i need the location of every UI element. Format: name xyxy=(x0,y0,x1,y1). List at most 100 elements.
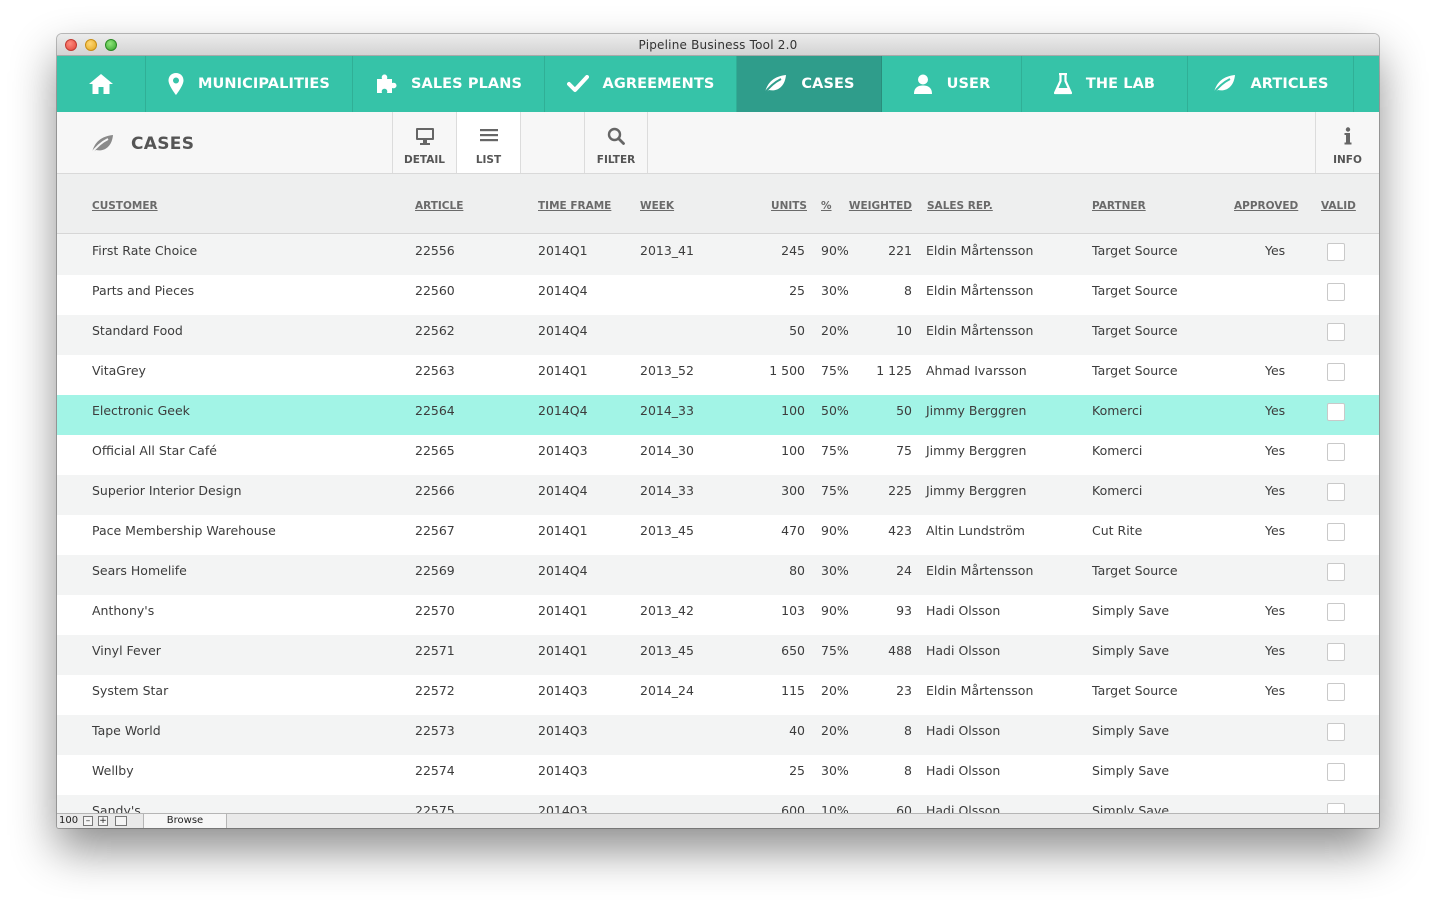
cell-weighted: 8 xyxy=(904,283,912,298)
cell-time-frame: 2014Q1 xyxy=(538,523,588,538)
valid-checkbox[interactable] xyxy=(1327,643,1345,661)
valid-checkbox[interactable] xyxy=(1327,403,1345,421)
table-row[interactable]: Anthony's 22570 2014Q1 2013_42 103 90% 93 Hadi … xyxy=(57,595,1379,635)
nav-home[interactable] xyxy=(57,56,146,112)
table-row[interactable]: Electronic Geek 22564 2014Q4 2014_33 100 50% 5… xyxy=(57,395,1379,435)
column-header-time-frame[interactable]: TIME FRAME xyxy=(538,200,611,212)
cell-units: 470 xyxy=(781,523,805,538)
column-header-customer[interactable]: CUSTOMER xyxy=(92,200,158,212)
cell-article: 22571 xyxy=(415,643,455,658)
nav-user[interactable]: USER xyxy=(882,56,1022,112)
table-row[interactable]: Parts and Pieces 22560 2014Q4 25 30% 8 Eldin M… xyxy=(57,275,1379,315)
home-icon xyxy=(89,74,113,94)
cell-weighted: 8 xyxy=(904,723,912,738)
cell-units: 25 xyxy=(789,763,805,778)
cell-week: 2013_42 xyxy=(640,603,694,618)
table-row[interactable]: Tape World 22573 2014Q3 40 20% 8 Hadi Olsson Si… xyxy=(57,715,1379,755)
column-header-partner[interactable]: PARTNER xyxy=(1092,200,1146,212)
mode-selector[interactable]: Browse xyxy=(143,814,227,828)
nav-sales-plans[interactable]: SALES PLANS xyxy=(353,56,545,112)
cell-partner: Simply Save xyxy=(1092,763,1170,778)
cell-weighted: 24 xyxy=(896,563,912,578)
column-header-valid[interactable]: VALID xyxy=(1321,200,1356,212)
cell-time-frame: 2014Q3 xyxy=(538,683,588,698)
valid-checkbox[interactable] xyxy=(1327,803,1345,813)
valid-checkbox[interactable] xyxy=(1327,683,1345,701)
info-button[interactable]: INFO xyxy=(1315,112,1379,173)
filter-label: FILTER xyxy=(596,154,636,166)
column-header-units[interactable]: UNITS xyxy=(757,200,807,212)
nav-cases[interactable]: CASES xyxy=(737,56,882,112)
nav-articles[interactable]: ARTICLES xyxy=(1188,56,1354,112)
table-row[interactable]: Sears Homelife 22569 2014Q4 80 30% 24 Eldin Må… xyxy=(57,555,1379,595)
table-row[interactable]: First Rate Choice 22556 2014Q1 2013_41 245 90… xyxy=(57,235,1379,275)
table-row[interactable]: Superior Interior Design 22566 2014Q4 2014_… xyxy=(57,475,1379,515)
column-header-sales-rep[interactable]: SALES REP. xyxy=(927,200,993,212)
title-bar: Pipeline Business Tool 2.0 xyxy=(57,34,1379,56)
cell-percent: 10% xyxy=(821,803,849,813)
cell-article: 22569 xyxy=(415,563,455,578)
toggle-toolbar-button[interactable] xyxy=(115,816,127,826)
valid-checkbox[interactable] xyxy=(1327,483,1345,501)
column-header-percent[interactable]: % xyxy=(821,200,832,212)
nav-agreements[interactable]: AGREEMENTS xyxy=(545,56,737,112)
cell-article: 22556 xyxy=(415,243,455,258)
cell-partner: Simply Save xyxy=(1092,803,1170,813)
filter-button[interactable]: FILTER xyxy=(584,112,648,173)
valid-checkbox[interactable] xyxy=(1327,363,1345,381)
cell-partner: Simply Save xyxy=(1092,643,1170,658)
nav-label: CASES xyxy=(801,76,855,92)
cell-sales-rep: Hadi Olsson xyxy=(926,763,1001,778)
table-row[interactable]: Sandy's 22575 2014Q3 600 10% 60 Hadi Olsson Sim… xyxy=(57,795,1379,813)
monitor-icon xyxy=(415,128,434,145)
column-header-weighted[interactable]: WEIGHTED xyxy=(847,200,912,212)
cell-partner: Target Source xyxy=(1092,323,1178,338)
cell-percent: 75% xyxy=(821,643,849,658)
valid-checkbox[interactable] xyxy=(1327,443,1345,461)
valid-checkbox[interactable] xyxy=(1327,243,1345,261)
zoom-in-button[interactable]: + xyxy=(98,816,108,826)
cell-units: 115 xyxy=(781,683,805,698)
cell-approved: Yes xyxy=(1265,363,1286,378)
cell-weighted: 488 xyxy=(888,643,912,658)
table-row[interactable]: Wellby 22574 2014Q3 25 30% 8 Hadi Olsson Simply… xyxy=(57,755,1379,795)
cell-customer: Tape World xyxy=(92,723,161,738)
valid-checkbox[interactable] xyxy=(1327,523,1345,541)
list-view-button[interactable]: LIST xyxy=(456,112,520,173)
table-row[interactable]: Standard Food 22562 2014Q4 50 20% 10 Eldin Mår… xyxy=(57,315,1379,355)
valid-checkbox[interactable] xyxy=(1327,763,1345,781)
cell-partner: Simply Save xyxy=(1092,603,1170,618)
cell-article: 22560 xyxy=(415,283,455,298)
column-header-approved[interactable]: APPROVED xyxy=(1234,200,1298,212)
cell-percent: 75% xyxy=(821,443,849,458)
leaf-icon xyxy=(90,135,113,154)
cell-weighted: 75 xyxy=(896,443,912,458)
detail-view-button[interactable]: DETAIL xyxy=(392,112,456,173)
table-row[interactable]: Vinyl Fever 22571 2014Q1 2013_45 650 75% 488 Ha… xyxy=(57,635,1379,675)
valid-checkbox[interactable] xyxy=(1327,323,1345,341)
zoom-out-button[interactable]: – xyxy=(83,816,93,826)
cell-customer: Official All Star Café xyxy=(92,443,217,458)
table-row[interactable]: VitaGrey 22563 2014Q1 2013_52 1 500 75% 1 125 A… xyxy=(57,355,1379,395)
valid-checkbox[interactable] xyxy=(1327,283,1345,301)
cell-article: 22572 xyxy=(415,683,455,698)
valid-checkbox[interactable] xyxy=(1327,563,1345,581)
cell-units: 1 500 xyxy=(769,363,805,378)
cell-sales-rep: Hadi Olsson xyxy=(926,723,1001,738)
valid-checkbox[interactable] xyxy=(1327,723,1345,741)
cell-units: 50 xyxy=(789,323,805,338)
nav-municipalities[interactable]: MUNICIPALITIES xyxy=(146,56,353,112)
column-header-week[interactable]: WEEK xyxy=(640,200,674,212)
cell-article: 22563 xyxy=(415,363,455,378)
column-header-article[interactable]: ARTICLE xyxy=(415,200,463,212)
cell-week: 2013_41 xyxy=(640,243,694,258)
table-row[interactable]: Pace Membership Warehouse 22567 2014Q1 2013… xyxy=(57,515,1379,555)
nav-the-lab[interactable]: THE LAB xyxy=(1022,56,1188,112)
table-row[interactable]: Official All Star Café 22565 2014Q3 2014_30… xyxy=(57,435,1379,475)
table-header: CUSTOMER ARTICLE TIME FRAME WEEK UNITS %… xyxy=(57,174,1379,234)
table-row[interactable]: System Star 22572 2014Q3 2014_24 115 20% 23 Eld… xyxy=(57,675,1379,715)
cell-percent: 20% xyxy=(821,323,849,338)
valid-checkbox[interactable] xyxy=(1327,603,1345,621)
cell-units: 300 xyxy=(781,483,805,498)
cell-partner: Target Source xyxy=(1092,283,1178,298)
